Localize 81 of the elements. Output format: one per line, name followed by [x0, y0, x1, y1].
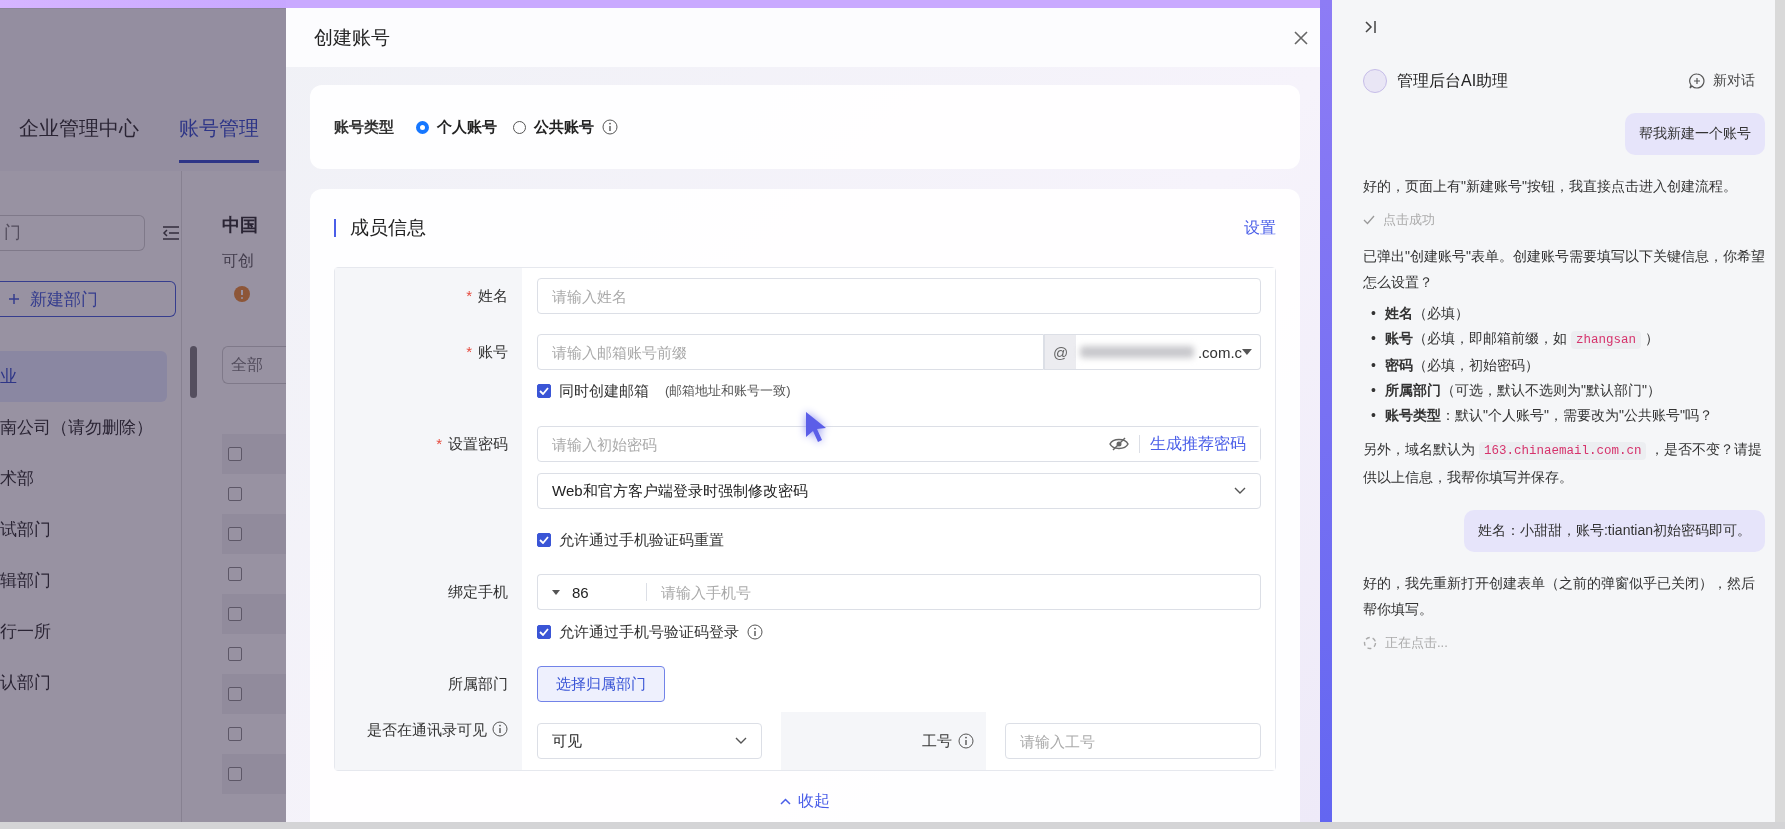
status-text: 正在点击... [1385, 634, 1448, 652]
field-label: 绑定手机 [448, 583, 508, 602]
row-checkbox[interactable] [228, 727, 242, 741]
user-message: 帮我新建一个账号 [1625, 113, 1765, 155]
field-label: 工号 [922, 731, 952, 751]
settings-link[interactable]: 设置 [1244, 217, 1276, 239]
account-field[interactable]: 请输入邮箱账号前缀 [537, 334, 1044, 370]
department-item[interactable]: 南公司（请勿删除） [0, 402, 167, 453]
chevron-down-icon [735, 737, 747, 745]
info-icon[interactable] [492, 721, 508, 737]
department-item[interactable]: 业 [0, 351, 167, 402]
row-checkbox[interactable] [228, 767, 242, 781]
info-icon[interactable] [958, 733, 974, 749]
close-icon[interactable] [1294, 30, 1308, 45]
search-field[interactable]: 门 [0, 215, 145, 251]
page-heading: 中国 [222, 214, 259, 237]
radio-option[interactable]: 公共账号 [513, 117, 618, 137]
info-icon[interactable] [747, 624, 763, 640]
department-item[interactable]: 辑部门 [0, 555, 167, 606]
visibility-select[interactable]: 可见 [537, 723, 762, 759]
warning-icon [234, 286, 250, 302]
user-message: 姓名：小甜甜，账号:tiantian初始密码即可。 [1463, 510, 1765, 552]
row-checkbox[interactable] [228, 647, 242, 661]
row-checkbox[interactable] [228, 567, 242, 581]
status-text: 点击成功 [1383, 211, 1435, 229]
chat-plus-icon [1689, 73, 1705, 89]
nav-tab[interactable]: 企业管理中心 [19, 115, 139, 163]
field-label: 是否在通讯录可见 [367, 721, 487, 740]
new-chat-button[interactable]: 新对话 [1689, 72, 1755, 90]
generate-password-link[interactable]: 生成推荐密码 [1140, 433, 1260, 455]
checkmark-icon [539, 536, 549, 544]
filter-field[interactable]: 全部 [222, 346, 286, 384]
avatar-icon [1363, 69, 1387, 93]
employee-id-field[interactable]: 请输入工号 [1005, 723, 1261, 759]
row-checkbox[interactable] [228, 447, 242, 461]
department-item[interactable]: 认部门 [0, 657, 167, 708]
list-item: • 账号（必填，即邮箱前缀，如 zhangsan ） [1371, 329, 1660, 351]
info-icon[interactable] [602, 119, 618, 135]
dialog-title: 创建账号 [314, 25, 390, 50]
field-label: 账号类型 [334, 117, 394, 137]
field-label: * 账号 [466, 343, 508, 362]
checkmark-icon [539, 387, 549, 395]
field-label: 所属部门 [448, 675, 508, 694]
chevron-down-icon [1234, 487, 1246, 495]
section-title: 成员信息 [334, 219, 426, 237]
row-checkbox[interactable] [228, 607, 242, 621]
department-item[interactable]: 试部门 [0, 504, 167, 555]
field-label: * 设置密码 [436, 435, 508, 454]
assistant-message: 好的，我先重新打开创建表单（之前的弹窗似乎已关闭），然后帮你填写。 [1363, 574, 1756, 619]
collapse-panel-icon[interactable] [1364, 20, 1378, 34]
row-checkbox[interactable] [228, 487, 242, 501]
collapse-link[interactable]: 收起 [780, 791, 830, 812]
assistant-message: 好的，页面上有"新建账号"按钮，我直接点击进入创建流程。 [1363, 177, 1738, 196]
password-policy-select[interactable]: Web和官方客户端登录时强制修改密码 [537, 473, 1261, 509]
list-item: • 所属部门（可选，默认不选则为"默认部门"） [1371, 381, 1662, 400]
checkbox-option[interactable]: 同时创建邮箱 (邮箱地址和账号一致) [537, 381, 791, 401]
assistant-message: 已弹出"创建账号"表单。创建账号需要填写以下关键信息，你希望怎么设置？ [1363, 247, 1765, 292]
row-checkbox[interactable] [228, 687, 242, 701]
radio-option[interactable]: 个人账号 [416, 117, 497, 137]
list-item: • 密码（必填，初始密码） [1371, 356, 1540, 375]
checkmark-icon [539, 628, 549, 636]
list-item: • 账号类型：默认"个人账号"，需要改为"公共账号"吗？ [1371, 406, 1714, 425]
row-checkbox[interactable] [228, 527, 242, 541]
list-item: • 姓名（必填） [1371, 304, 1470, 323]
select-department-button[interactable]: 选择归属部门 [537, 666, 665, 702]
scrollbar-thumb[interactable] [190, 346, 197, 398]
assistant-title: 管理后台AI助理 [1397, 70, 1509, 91]
nav-tab[interactable]: 账号管理 [179, 115, 259, 163]
department-item[interactable]: 术部 [0, 453, 167, 504]
hide-password-icon[interactable] [1109, 437, 1129, 451]
chevron-up-icon [780, 798, 791, 805]
checkbox-option[interactable]: 允许通过手机号验证码登录 [537, 622, 763, 642]
plus-icon [8, 293, 20, 305]
checkbox-option[interactable]: 允许通过手机验证码重置 [537, 530, 724, 550]
collapse-menu-icon[interactable] [161, 225, 181, 241]
assistant-message: 另外，域名默认为 163.chinaemail.com.cn ，是否不变？请提供以上信息，我帮你填写并保存。 [1363, 440, 1764, 487]
name-field[interactable]: 请输入姓名 [537, 278, 1261, 314]
field-label: * 姓名 [466, 287, 508, 306]
new-department-button[interactable]: 新建部门 [0, 281, 176, 317]
page-subtitle: 可创 [222, 251, 255, 271]
department-item[interactable]: 行一所 [0, 606, 167, 657]
